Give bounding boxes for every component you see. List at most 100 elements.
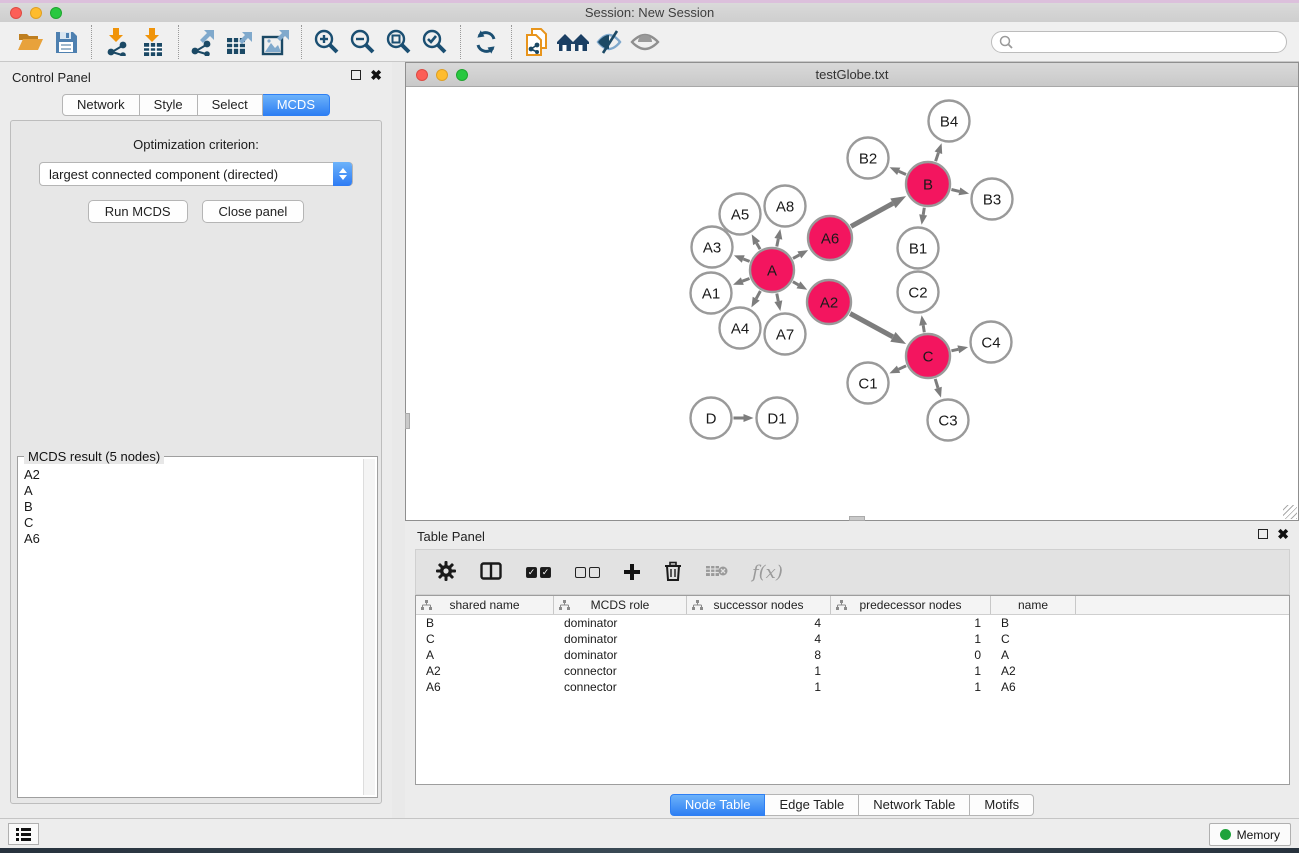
graph-node-D1[interactable]: D1: [757, 398, 798, 439]
graph-edge-A-A6[interactable]: [793, 255, 799, 259]
tab-mcds[interactable]: MCDS: [263, 94, 330, 116]
close-table-panel-icon[interactable]: ✖: [1277, 529, 1289, 539]
select-all-checkboxes-icon[interactable]: ✓✓: [526, 567, 551, 578]
graph-edge-A-A2[interactable]: [793, 282, 799, 285]
table-cell[interactable]: connector: [554, 679, 687, 695]
home-icon[interactable]: [555, 25, 591, 59]
zoom-in-icon[interactable]: [309, 25, 345, 59]
close-panel-icon[interactable]: ✖: [370, 70, 382, 80]
table-cell[interactable]: 1: [831, 663, 991, 679]
table-row[interactable]: A6connector11A6: [416, 679, 1289, 695]
import-table-icon[interactable]: [135, 25, 171, 59]
graph-node-B2[interactable]: B2: [848, 138, 889, 179]
graph-node-C2[interactable]: C2: [898, 272, 939, 313]
deselect-all-checkboxes-icon[interactable]: [575, 567, 600, 578]
table-cell[interactable]: 8: [687, 647, 831, 663]
mcds-result-item[interactable]: C: [20, 515, 363, 531]
show-hide-panels-icon[interactable]: [591, 25, 627, 59]
graph-node-A[interactable]: A: [750, 248, 794, 292]
table-cell[interactable]: A6: [991, 679, 1076, 695]
mcds-result-item[interactable]: A6: [20, 531, 363, 547]
export-image-icon[interactable]: [258, 25, 294, 59]
table-cell[interactable]: 1: [831, 631, 991, 647]
graph-edge-A-A7[interactable]: [777, 294, 779, 302]
network-graph[interactable]: B4B2BB3A5A8A6A3B1AA1C2A2A4A7C4CC1C3DD1: [406, 87, 1298, 520]
table-cell[interactable]: A6: [416, 679, 554, 695]
table-cell[interactable]: 1: [831, 615, 991, 631]
table-cell[interactable]: 0: [831, 647, 991, 663]
tab-node-table[interactable]: Node Table: [670, 794, 766, 816]
add-column-icon[interactable]: [624, 564, 640, 580]
canvas-side-handle[interactable]: [405, 413, 410, 429]
window-resize-grip[interactable]: [1283, 505, 1297, 519]
run-mcds-button[interactable]: Run MCDS: [88, 200, 188, 223]
graph-edge-A-A5[interactable]: [757, 243, 761, 249]
network-minimize-button[interactable]: [436, 69, 448, 81]
tab-network[interactable]: Network: [62, 94, 140, 116]
table-row[interactable]: A2connector11A2: [416, 663, 1289, 679]
table-cell[interactable]: dominator: [554, 647, 687, 663]
close-panel-button[interactable]: Close panel: [202, 200, 305, 223]
table-row[interactable]: Adominator80A: [416, 647, 1289, 663]
close-window-button[interactable]: [10, 7, 22, 19]
network-canvas[interactable]: B4B2BB3A5A8A6A3B1AA1C2A2A4A7C4CC1C3DD1: [406, 87, 1298, 520]
table-cell[interactable]: A: [991, 647, 1076, 663]
column-header-shared-name[interactable]: shared name: [416, 596, 554, 614]
table-cell[interactable]: B: [416, 615, 554, 631]
graph-node-A7[interactable]: A7: [765, 314, 806, 355]
zoom-fit-icon[interactable]: [381, 25, 417, 59]
graph-edge-C-C3[interactable]: [935, 379, 938, 388]
column-header-successor-nodes[interactable]: successor nodes: [687, 596, 831, 614]
graph-node-A3[interactable]: A3: [692, 227, 733, 268]
graph-edge-C-C1[interactable]: [899, 366, 907, 370]
graph-edge-A2-C[interactable]: [850, 314, 893, 337]
task-history-button[interactable]: [8, 823, 39, 845]
save-icon[interactable]: [48, 25, 84, 59]
zoom-out-icon[interactable]: [345, 25, 381, 59]
graph-node-C1[interactable]: C1: [848, 363, 889, 404]
memory-button[interactable]: Memory: [1209, 823, 1291, 846]
table-cell[interactable]: C: [416, 631, 554, 647]
preview-eye-icon[interactable]: [627, 25, 663, 59]
delete-column-icon[interactable]: [664, 561, 682, 584]
zoom-window-button[interactable]: [50, 7, 62, 19]
table-row[interactable]: Bdominator41B: [416, 615, 1289, 631]
graph-node-A6[interactable]: A6: [808, 216, 852, 260]
tab-style[interactable]: Style: [140, 94, 198, 116]
graph-edge-B-B3[interactable]: [951, 190, 959, 192]
table-cell[interactable]: dominator: [554, 615, 687, 631]
open-folder-icon[interactable]: [12, 25, 48, 59]
tab-select[interactable]: Select: [198, 94, 263, 116]
graph-edge-B-B1[interactable]: [923, 208, 924, 215]
graph-node-B[interactable]: B: [906, 162, 950, 206]
graph-edge-A-A4[interactable]: [756, 291, 760, 299]
network-zoom-button[interactable]: [456, 69, 468, 81]
mcds-result-item[interactable]: A2: [20, 467, 363, 483]
table-cell[interactable]: B: [991, 615, 1076, 631]
graph-edge-A-A1[interactable]: [742, 279, 749, 282]
new-session-from-network-icon[interactable]: [519, 25, 555, 59]
graph-node-A8[interactable]: A8: [765, 186, 806, 227]
graph-node-D[interactable]: D: [691, 398, 732, 439]
table-cell[interactable]: 1: [687, 679, 831, 695]
graph-edge-A-A8[interactable]: [777, 239, 779, 247]
table-cell[interactable]: A2: [991, 663, 1076, 679]
mcds-result-item[interactable]: B: [20, 499, 363, 515]
table-cell[interactable]: C: [991, 631, 1076, 647]
table-cell[interactable]: A: [416, 647, 554, 663]
graph-node-C4[interactable]: C4: [971, 322, 1012, 363]
tab-motifs[interactable]: Motifs: [970, 794, 1034, 816]
import-network-icon[interactable]: [99, 25, 135, 59]
float-panel-icon[interactable]: [351, 70, 361, 80]
table-cell[interactable]: 4: [687, 615, 831, 631]
gear-icon[interactable]: [436, 561, 456, 584]
table-cell[interactable]: dominator: [554, 631, 687, 647]
table-cell[interactable]: 1: [831, 679, 991, 695]
titlebar[interactable]: Session: New Session: [0, 3, 1299, 22]
graph-node-B3[interactable]: B3: [972, 179, 1013, 220]
network-window-titlebar[interactable]: testGlobe.txt: [406, 63, 1298, 87]
refresh-icon[interactable]: [468, 25, 504, 59]
column-header-predecessor-nodes[interactable]: predecessor nodes: [831, 596, 991, 614]
float-table-panel-icon[interactable]: [1258, 529, 1268, 539]
table-cell[interactable]: 4: [687, 631, 831, 647]
